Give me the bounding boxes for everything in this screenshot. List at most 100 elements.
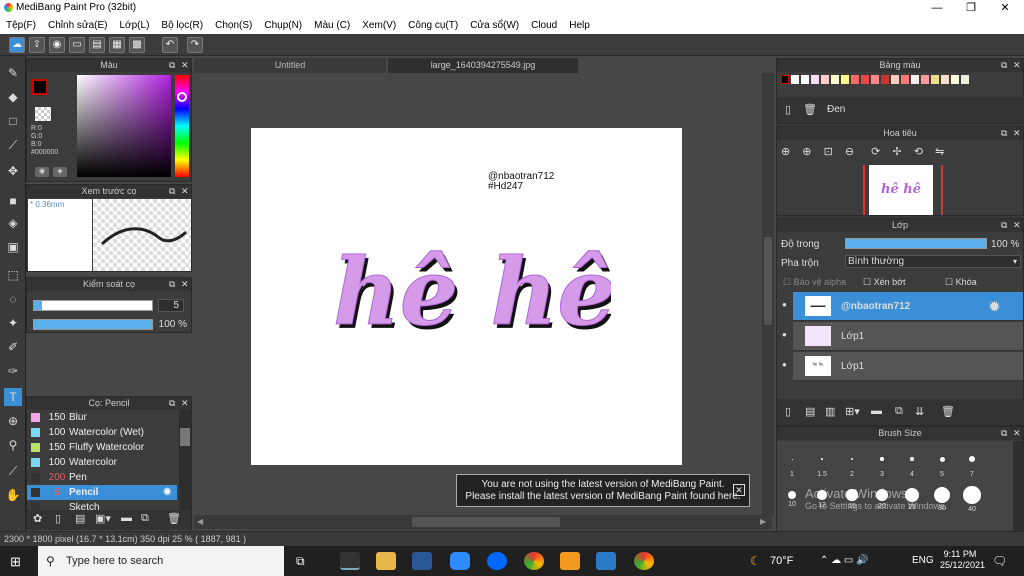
menu-color[interactable]: Màu (C) — [314, 20, 350, 31]
menu-window[interactable]: Cửa sổ(W) — [470, 20, 519, 31]
brush-tool-icon[interactable]: ✎ — [4, 64, 22, 82]
palette-swatch[interactable] — [901, 75, 909, 84]
layer-row[interactable]: ʰᵉ ʰᵉ Lớp1 — [793, 352, 1023, 381]
navigator-thumbnail[interactable]: hê hê — [869, 165, 933, 215]
palette-swatch[interactable] — [841, 75, 849, 84]
magic-wand-tool-icon[interactable]: ✦ — [4, 314, 22, 332]
export-icon[interactable]: ⇪ — [29, 37, 45, 53]
layer-settings-gear-icon[interactable]: ✹ — [989, 292, 1000, 321]
brush-size-option[interactable]: 1 — [777, 445, 807, 478]
palette-swatch[interactable] — [881, 75, 889, 84]
undock-icon[interactable]: ⧉ — [1001, 427, 1007, 440]
brush-menu-icon[interactable]: ▣▾ — [95, 512, 111, 525]
new-brush-icon[interactable]: ▯ — [55, 512, 61, 525]
delete-layer-icon[interactable]: 🗑 — [941, 405, 955, 418]
language-indicator[interactable]: ENG — [912, 555, 934, 566]
minimize-button[interactable]: — — [920, 0, 954, 16]
layer-visibility-eye-icon[interactable]: ● — [782, 300, 787, 309]
brush-size-option[interactable]: 4 — [897, 445, 927, 478]
clock[interactable]: 9:11 PM 25/12/2021 — [940, 549, 985, 571]
brush-item-blur[interactable]: 150 Blur — [27, 410, 177, 425]
rectangle-tool-icon[interactable]: □ — [4, 112, 22, 130]
windows-start-icon[interactable]: ⊞ — [10, 554, 21, 570]
cloud-icon[interactable]: ☁ — [9, 37, 25, 53]
close-icon[interactable]: ✕ — [1013, 427, 1021, 440]
brush-item-fluffy-watercolor[interactable]: 150 Fluffy Watercolor — [27, 440, 177, 455]
folder-icon[interactable]: ▬ — [121, 512, 132, 524]
close-icon[interactable]: ✕ — [181, 278, 189, 291]
weather-icon[interactable]: ☾ — [750, 554, 761, 568]
drawing-canvas[interactable]: @nbaotran712 #Hd247 hê hê hê hê — [251, 128, 682, 465]
layer-add-menu-icon[interactable]: ⊞▾ — [845, 405, 860, 418]
menu-edit[interactable]: Chỉnh sửa(E) — [48, 20, 108, 31]
brush-size-slider[interactable] — [33, 300, 153, 311]
copy-brush-icon[interactable]: ▤ — [75, 512, 85, 525]
weather-temp[interactable]: 70°F — [770, 555, 793, 567]
brush-size-option[interactable]: 2 — [837, 445, 867, 478]
zoom-icon[interactable] — [450, 552, 470, 570]
comment-icon[interactable]: ▭ — [69, 37, 85, 53]
menu-filter[interactable]: Bộ lọc(R) — [161, 20, 203, 31]
brush-size-scrollbar[interactable] — [1013, 441, 1023, 531]
add-brush-icon[interactable]: ✿ — [33, 512, 42, 525]
close-icon[interactable]: ✕ — [1013, 59, 1021, 72]
rotate-icon[interactable]: ⟳ — [871, 146, 880, 158]
fit-window-icon[interactable]: ✢ — [892, 146, 901, 158]
undock-icon[interactable]: ⧉ — [169, 397, 175, 410]
new-8bit-layer-icon[interactable]: ▥ — [825, 405, 835, 418]
palette-swatch[interactable] — [851, 75, 859, 84]
brush-size-option[interactable]: 3 — [867, 445, 897, 478]
clipping-checkbox[interactable]: ☐ Xén bớt — [863, 277, 906, 288]
hue-slider[interactable] — [175, 75, 189, 177]
palette-swatch[interactable] — [911, 75, 919, 84]
undock-icon[interactable]: ⧉ — [169, 185, 175, 198]
brush-list-scrollbar[interactable] — [179, 410, 191, 510]
saturation-value-picker[interactable] — [77, 75, 171, 177]
blend-mode-select[interactable]: Bình thường ▾ — [845, 255, 1021, 268]
layer-visibility-eye-icon[interactable]: ● — [782, 360, 787, 369]
primary-color-swatch[interactable] — [32, 79, 48, 95]
eraser-tool-icon[interactable]: ◆ — [4, 88, 22, 106]
maximize-button[interactable]: ❐ — [954, 0, 988, 16]
undock-icon[interactable]: ⧉ — [169, 278, 175, 291]
notice-close-button[interactable]: ✕ — [733, 484, 745, 496]
layer-row[interactable]: ▬▬▬ @nbaotran712 ✹ — [793, 292, 1023, 321]
line-tool-icon[interactable]: ⟋ — [4, 136, 22, 154]
menu-tools[interactable]: Công cụ(T) — [408, 20, 458, 31]
scroll-left-icon[interactable]: ◀ — [197, 517, 203, 526]
move-tool-icon[interactable]: ✥ — [4, 162, 22, 180]
chrome-profile-icon[interactable] — [634, 552, 654, 570]
zoom-in-icon[interactable]: ⊕ — [802, 146, 811, 158]
close-icon[interactable]: ✕ — [1013, 127, 1021, 140]
chrome-icon[interactable] — [524, 552, 544, 570]
palette-swatch[interactable] — [941, 75, 949, 84]
menu-cloud[interactable]: Cloud — [531, 20, 557, 31]
layer-opacity-slider[interactable] — [845, 238, 987, 249]
undock-icon[interactable]: ⧉ — [1001, 127, 1007, 140]
actual-size-icon[interactable]: ⊡ — [824, 146, 833, 158]
divide-tool-icon[interactable]: ⟋ — [4, 462, 22, 480]
brush-item-pencil[interactable]: 5 Pencil ✹ — [27, 485, 177, 500]
palette-swatch[interactable] — [831, 75, 839, 84]
zoom-fit-icon[interactable]: ⊕ — [781, 146, 790, 158]
palette-swatch[interactable] — [861, 75, 869, 84]
task-view-icon[interactable]: ⧉ — [296, 554, 305, 569]
palette-swatch[interactable] — [801, 75, 809, 84]
update-notice[interactable]: You are not using the latest version of … — [456, 474, 750, 507]
duplicate-icon[interactable]: ⧉ — [141, 512, 149, 525]
tab-untitled[interactable]: Untitled — [194, 58, 386, 73]
close-icon[interactable]: ✕ — [181, 185, 189, 198]
palette-swatch[interactable] — [931, 75, 939, 84]
palette-swatch[interactable] — [781, 75, 789, 84]
layer-folder-icon[interactable]: ▬ — [871, 405, 882, 417]
layer-visibility-eye-icon[interactable]: ● — [782, 330, 787, 339]
palette-swatch[interactable] — [811, 75, 819, 84]
close-icon[interactable]: ✕ — [1013, 219, 1021, 232]
palette-swatch[interactable] — [961, 75, 969, 84]
text-tool-icon[interactable]: T — [4, 388, 22, 406]
brush-item-sketch[interactable]: Sketch — [27, 500, 177, 510]
notifications-icon[interactable]: 🗨 — [992, 554, 1007, 568]
menu-snap[interactable]: Chụp(N) — [264, 20, 302, 31]
color-mode-icon[interactable]: ◉ — [35, 167, 49, 177]
brush-size-value[interactable]: 5 — [158, 299, 184, 312]
